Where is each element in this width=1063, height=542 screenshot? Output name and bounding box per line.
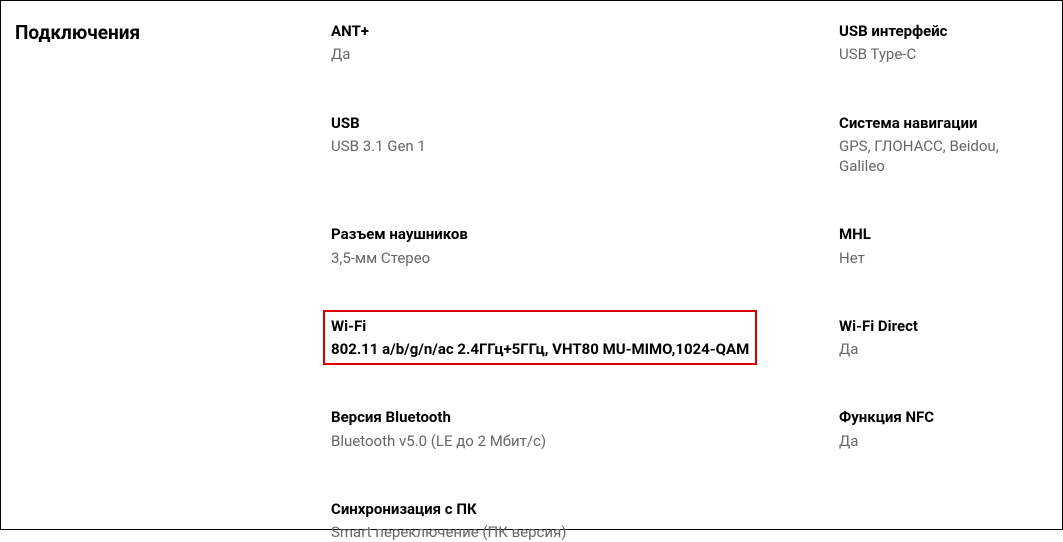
spec-nfc: Функция NFC Да xyxy=(839,407,1042,451)
spec-label: Wi-Fi Direct xyxy=(839,316,1042,336)
spec-value: USB Type-C xyxy=(839,44,1042,64)
spec-label: MHL xyxy=(839,224,1042,244)
spec-ant-plus: ANT+ Да xyxy=(331,21,831,65)
spec-label: Функция NFC xyxy=(839,407,1042,427)
spec-headphone-jack: Разъем наушников 3,5-мм Стерео xyxy=(331,224,831,268)
section-title: Подключения xyxy=(15,21,331,542)
spec-label: USB xyxy=(331,113,831,133)
spec-value: Да xyxy=(839,431,1042,451)
specs-container: Подключения ANT+ Да USB интерфейс USB Ty… xyxy=(15,21,1042,542)
spec-label: Wi-Fi xyxy=(331,316,749,336)
spec-label: Синхронизация с ПК xyxy=(331,499,831,519)
spec-value: Да xyxy=(331,44,831,64)
spec-usb: USB USB 3.1 Gen 1 xyxy=(331,113,831,177)
spec-label: Версия Bluetooth xyxy=(331,407,831,427)
spec-usb-interface: USB интерфейс USB Type-C xyxy=(839,21,1042,65)
spec-navigation: Система навигации GPS, ГЛОНАСС, Beidou, … xyxy=(839,113,1042,177)
spec-value: Нет xyxy=(839,248,1042,268)
spec-label: Разъем наушников xyxy=(331,224,831,244)
spec-label: USB интерфейс xyxy=(839,21,1042,41)
spec-value: 3,5-мм Стерео xyxy=(331,248,831,268)
specs-grid: ANT+ Да USB интерфейс USB Type-C USB USB… xyxy=(331,21,1042,542)
spec-label: ANT+ xyxy=(331,21,831,41)
spec-value: USB 3.1 Gen 1 xyxy=(331,136,831,156)
spec-value: GPS, ГЛОНАСС, Beidou, Galileo xyxy=(839,136,1042,177)
spec-value: Smart переключение (ПК версия) xyxy=(331,522,831,542)
spec-mhl: MHL Нет xyxy=(839,224,1042,268)
spec-pc-sync: Синхронизация с ПК Smart переключение (П… xyxy=(331,499,831,542)
spec-value: Да xyxy=(839,339,1042,359)
spec-wifi-highlighted: Wi-Fi 802.11 a/b/g/n/ac 2.4ГГц+5ГГц, VHT… xyxy=(331,316,831,360)
spec-value: Bluetooth v5.0 (LE до 2 Мбит/с) xyxy=(331,431,831,451)
highlight-box: Wi-Fi 802.11 a/b/g/n/ac 2.4ГГц+5ГГц, VHT… xyxy=(323,310,757,366)
spec-wifi-direct: Wi-Fi Direct Да xyxy=(839,316,1042,360)
spec-label: Система навигации xyxy=(839,113,1042,133)
spec-empty xyxy=(839,499,1042,542)
spec-value: 802.11 a/b/g/n/ac 2.4ГГц+5ГГц, VHT80 MU-… xyxy=(331,339,749,359)
spec-bluetooth: Версия Bluetooth Bluetooth v5.0 (LE до 2… xyxy=(331,407,831,451)
